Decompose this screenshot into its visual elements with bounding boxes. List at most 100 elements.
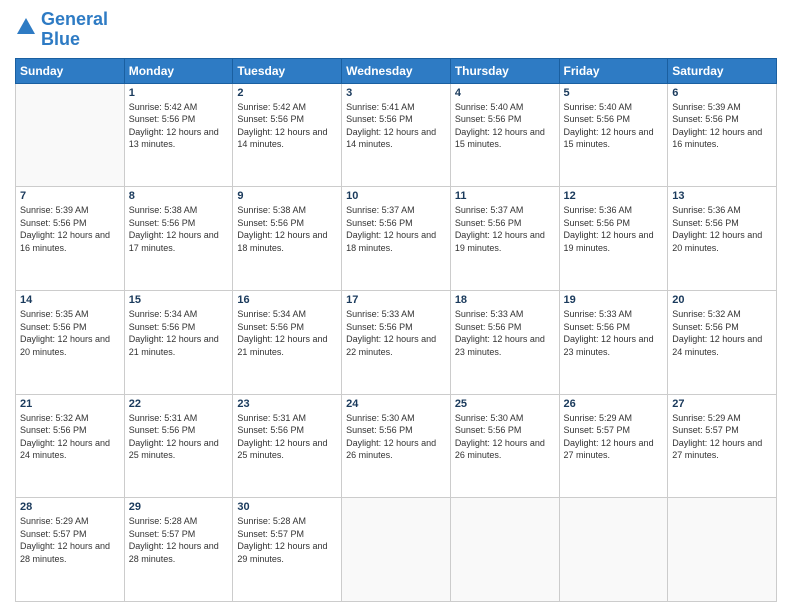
cell-info: Sunrise: 5:30 AMSunset: 5:56 PMDaylight:… (346, 412, 446, 462)
day-number: 1 (129, 87, 229, 99)
calendar-cell: 15 Sunrise: 5:34 AMSunset: 5:56 PMDayligh… (124, 290, 233, 394)
day-number: 17 (346, 294, 446, 306)
cell-info: Sunrise: 5:32 AMSunset: 5:56 PMDaylight:… (672, 308, 772, 358)
day-number: 23 (237, 398, 337, 410)
day-number: 26 (564, 398, 664, 410)
day-number: 5 (564, 87, 664, 99)
calendar-cell: 12 Sunrise: 5:36 AMSunset: 5:56 PMDayligh… (559, 187, 668, 291)
cell-info: Sunrise: 5:30 AMSunset: 5:56 PMDaylight:… (455, 412, 555, 462)
cell-info: Sunrise: 5:40 AMSunset: 5:56 PMDaylight:… (455, 101, 555, 151)
col-header-monday: Monday (124, 58, 233, 83)
day-number: 2 (237, 87, 337, 99)
col-header-wednesday: Wednesday (342, 58, 451, 83)
cell-info: Sunrise: 5:36 AMSunset: 5:56 PMDaylight:… (564, 204, 664, 254)
cell-info: Sunrise: 5:42 AMSunset: 5:56 PMDaylight:… (237, 101, 337, 151)
logo: GeneralBlue (15, 10, 108, 50)
calendar-cell: 19 Sunrise: 5:33 AMSunset: 5:56 PMDayligh… (559, 290, 668, 394)
cell-info: Sunrise: 5:36 AMSunset: 5:56 PMDaylight:… (672, 204, 772, 254)
day-number: 15 (129, 294, 229, 306)
page: GeneralBlue SundayMondayTuesdayWednesday… (0, 0, 792, 612)
calendar-cell: 22 Sunrise: 5:31 AMSunset: 5:56 PMDayligh… (124, 394, 233, 498)
calendar-cell: 5 Sunrise: 5:40 AMSunset: 5:56 PMDaylight… (559, 83, 668, 187)
calendar-cell: 28 Sunrise: 5:29 AMSunset: 5:57 PMDayligh… (16, 498, 125, 602)
cell-info: Sunrise: 5:41 AMSunset: 5:56 PMDaylight:… (346, 101, 446, 151)
calendar-cell: 1 Sunrise: 5:42 AMSunset: 5:56 PMDaylight… (124, 83, 233, 187)
calendar-cell (16, 83, 125, 187)
calendar-cell: 6 Sunrise: 5:39 AMSunset: 5:56 PMDaylight… (668, 83, 777, 187)
day-number: 28 (20, 501, 120, 513)
day-number: 19 (564, 294, 664, 306)
day-number: 22 (129, 398, 229, 410)
col-header-tuesday: Tuesday (233, 58, 342, 83)
calendar-header-row: SundayMondayTuesdayWednesdayThursdayFrid… (16, 58, 777, 83)
calendar-cell (559, 498, 668, 602)
col-header-friday: Friday (559, 58, 668, 83)
calendar-cell: 16 Sunrise: 5:34 AMSunset: 5:56 PMDayligh… (233, 290, 342, 394)
cell-info: Sunrise: 5:29 AMSunset: 5:57 PMDaylight:… (672, 412, 772, 462)
cell-info: Sunrise: 5:33 AMSunset: 5:56 PMDaylight:… (346, 308, 446, 358)
day-number: 29 (129, 501, 229, 513)
day-number: 7 (20, 190, 120, 202)
day-number: 25 (455, 398, 555, 410)
cell-info: Sunrise: 5:38 AMSunset: 5:56 PMDaylight:… (237, 204, 337, 254)
cell-info: Sunrise: 5:28 AMSunset: 5:57 PMDaylight:… (129, 515, 229, 565)
day-number: 3 (346, 87, 446, 99)
calendar-cell: 8 Sunrise: 5:38 AMSunset: 5:56 PMDaylight… (124, 187, 233, 291)
calendar-cell: 23Sunrise: 5:31 AMSunset: 5:56 PMDayligh… (233, 394, 342, 498)
cell-info: Sunrise: 5:39 AMSunset: 5:56 PMDaylight:… (20, 204, 120, 254)
calendar-cell: 3 Sunrise: 5:41 AMSunset: 5:56 PMDaylight… (342, 83, 451, 187)
calendar-cell: 21 Sunrise: 5:32 AMSunset: 5:56 PMDayligh… (16, 394, 125, 498)
calendar-cell: 27 Sunrise: 5:29 AMSunset: 5:57 PMDayligh… (668, 394, 777, 498)
calendar-cell: 2 Sunrise: 5:42 AMSunset: 5:56 PMDaylight… (233, 83, 342, 187)
day-number: 14 (20, 294, 120, 306)
calendar-cell: 17 Sunrise: 5:33 AMSunset: 5:56 PMDayligh… (342, 290, 451, 394)
calendar-week-row: 28 Sunrise: 5:29 AMSunset: 5:57 PMDayligh… (16, 498, 777, 602)
cell-info: Sunrise: 5:34 AMSunset: 5:56 PMDaylight:… (129, 308, 229, 358)
day-number: 11 (455, 190, 555, 202)
col-header-saturday: Saturday (668, 58, 777, 83)
day-number: 4 (455, 87, 555, 99)
calendar-cell (450, 498, 559, 602)
day-number: 8 (129, 190, 229, 202)
cell-info: Sunrise: 5:37 AMSunset: 5:56 PMDaylight:… (455, 204, 555, 254)
calendar-cell: 20 Sunrise: 5:32 AMSunset: 5:56 PMDayligh… (668, 290, 777, 394)
cell-info: Sunrise: 5:37 AMSunset: 5:56 PMDaylight:… (346, 204, 446, 254)
calendar-table: SundayMondayTuesdayWednesdayThursdayFrid… (15, 58, 777, 602)
day-number: 27 (672, 398, 772, 410)
day-number: 13 (672, 190, 772, 202)
day-number: 20 (672, 294, 772, 306)
cell-info: Sunrise: 5:31 AMSunset: 5:56 PMDaylight:… (129, 412, 229, 462)
calendar-cell: 29 Sunrise: 5:28 AMSunset: 5:57 PMDayligh… (124, 498, 233, 602)
day-number: 18 (455, 294, 555, 306)
col-header-sunday: Sunday (16, 58, 125, 83)
calendar-cell: 7 Sunrise: 5:39 AMSunset: 5:56 PMDaylight… (16, 187, 125, 291)
cell-info: Sunrise: 5:39 AMSunset: 5:56 PMDaylight:… (672, 101, 772, 151)
cell-info: Sunrise: 5:40 AMSunset: 5:56 PMDaylight:… (564, 101, 664, 151)
day-number: 16 (237, 294, 337, 306)
cell-info: Sunrise: 5:42 AMSunset: 5:56 PMDaylight:… (129, 101, 229, 151)
calendar-week-row: 7 Sunrise: 5:39 AMSunset: 5:56 PMDaylight… (16, 187, 777, 291)
cell-info: Sunrise: 5:34 AMSunset: 5:56 PMDaylight:… (237, 308, 337, 358)
calendar-week-row: 14Sunrise: 5:35 AMSunset: 5:56 PMDayligh… (16, 290, 777, 394)
col-header-thursday: Thursday (450, 58, 559, 83)
calendar-cell: 26 Sunrise: 5:29 AMSunset: 5:57 PMDayligh… (559, 394, 668, 498)
calendar-cell: 9 Sunrise: 5:38 AMSunset: 5:56 PMDaylight… (233, 187, 342, 291)
cell-info: Sunrise: 5:38 AMSunset: 5:56 PMDaylight:… (129, 204, 229, 254)
calendar-cell: 10Sunrise: 5:37 AMSunset: 5:56 PMDayligh… (342, 187, 451, 291)
calendar-cell: 24Sunrise: 5:30 AMSunset: 5:56 PMDayligh… (342, 394, 451, 498)
day-number: 9 (237, 190, 337, 202)
cell-info: Sunrise: 5:29 AMSunset: 5:57 PMDaylight:… (564, 412, 664, 462)
calendar-cell: 30 Sunrise: 5:28 AMSunset: 5:57 PMDayligh… (233, 498, 342, 602)
logo-icon (15, 16, 37, 38)
calendar-cell: 4 Sunrise: 5:40 AMSunset: 5:56 PMDaylight… (450, 83, 559, 187)
day-number: 30 (237, 501, 337, 513)
day-number: 12 (564, 190, 664, 202)
cell-info: Sunrise: 5:32 AMSunset: 5:56 PMDaylight:… (20, 412, 120, 462)
cell-info: Sunrise: 5:28 AMSunset: 5:57 PMDaylight:… (237, 515, 337, 565)
day-number: 21 (20, 398, 120, 410)
cell-info: Sunrise: 5:29 AMSunset: 5:57 PMDaylight:… (20, 515, 120, 565)
header: GeneralBlue (15, 10, 777, 50)
cell-info: Sunrise: 5:33 AMSunset: 5:56 PMDaylight:… (564, 308, 664, 358)
calendar-cell: 13 Sunrise: 5:36 AMSunset: 5:56 PMDayligh… (668, 187, 777, 291)
day-number: 6 (672, 87, 772, 99)
